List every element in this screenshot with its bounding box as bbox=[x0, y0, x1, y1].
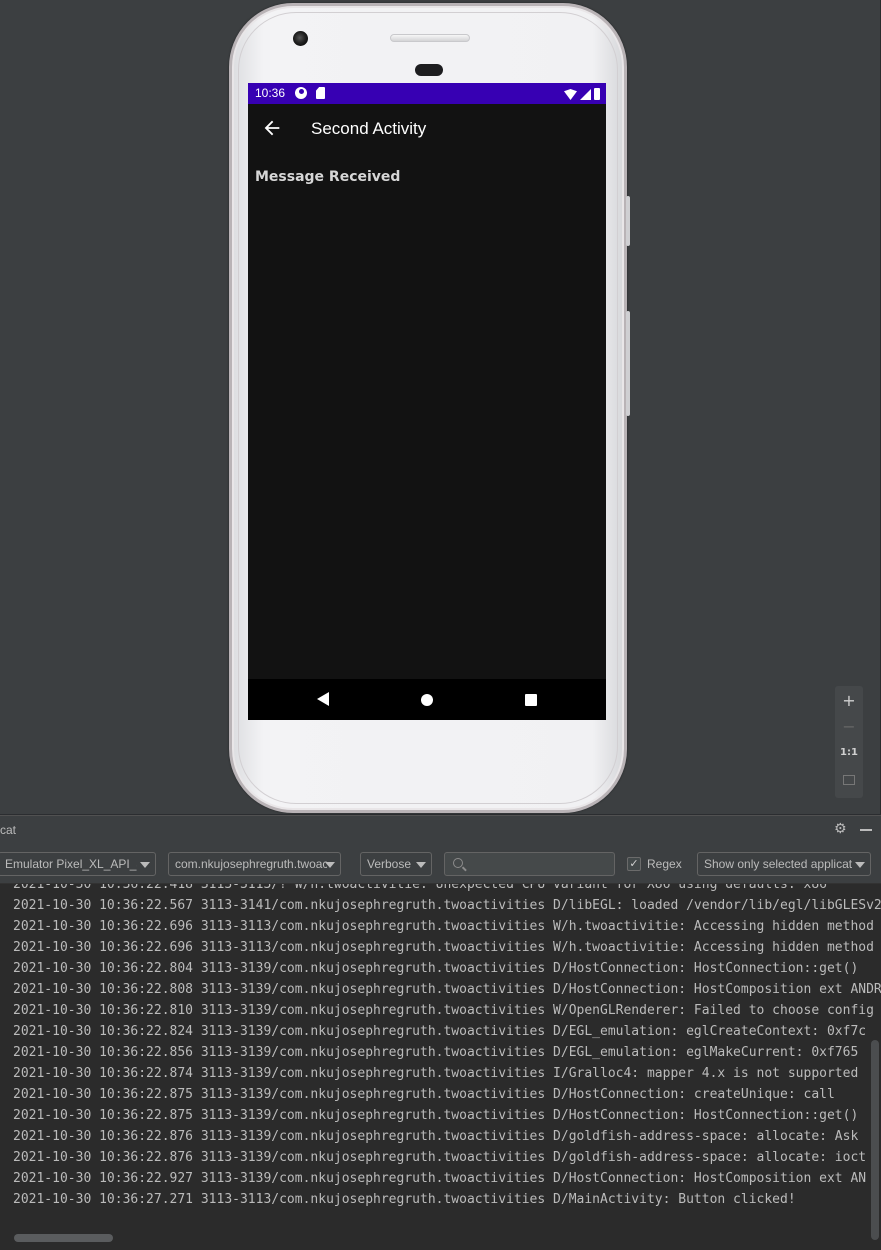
log-line[interactable]: 2021-10-30 10:36:22.696 3113-3113/com.nk… bbox=[13, 937, 881, 958]
nav-recents-icon[interactable] bbox=[525, 694, 537, 706]
logcat-toolbar: Emulator Pixel_XL_API_3 com.nkujosephreg… bbox=[0, 844, 881, 884]
log-line[interactable]: 2021-10-30 10:36:22.808 3113-3139/com.nk… bbox=[13, 979, 881, 1000]
filter-selector-label: Show only selected application bbox=[704, 857, 852, 871]
status-time: 10:36 bbox=[255, 86, 286, 100]
navigation-bar bbox=[248, 679, 606, 720]
nav-back-icon[interactable] bbox=[317, 692, 329, 706]
log-line[interactable]: 2021-10-30 10:36:22.418 3113-3113/? W/h.… bbox=[13, 884, 881, 895]
log-line[interactable]: 2021-10-30 10:36:22.856 3113-3139/com.nk… bbox=[13, 1042, 881, 1063]
log-output[interactable]: 2021-10-30 10:36:22.418 3113-3113/? W/h.… bbox=[0, 884, 881, 1250]
log-vertical-scrollbar[interactable] bbox=[871, 1040, 879, 1240]
log-horizontal-scrollbar[interactable] bbox=[14, 1234, 113, 1242]
log-line[interactable]: 2021-10-30 10:36:22.810 3113-3139/com.nk… bbox=[13, 1000, 881, 1021]
logcat-title: cat bbox=[0, 823, 17, 837]
device-screen[interactable]: 10:36 Second Activity Message Received bbox=[248, 83, 606, 720]
zoom-out-button[interactable]: − bbox=[835, 714, 863, 740]
notification-icon bbox=[295, 87, 307, 99]
fit-screen-icon bbox=[843, 775, 855, 785]
gear-icon[interactable]: ⚙ bbox=[834, 822, 848, 836]
earpiece-speaker bbox=[390, 34, 470, 42]
log-line[interactable]: 2021-10-30 10:36:22.875 3113-3139/com.nk… bbox=[13, 1084, 881, 1105]
regex-label: Regex bbox=[647, 857, 682, 871]
log-line[interactable]: 2021-10-30 10:36:22.567 3113-3141/com.nk… bbox=[13, 895, 881, 916]
cell-signal-icon bbox=[580, 89, 591, 100]
device-selector-label: Emulator Pixel_XL_API_3 bbox=[5, 857, 137, 871]
log-line[interactable]: 2021-10-30 10:36:22.876 3113-3139/com.nk… bbox=[13, 1126, 881, 1147]
status-bar: 10:36 bbox=[248, 83, 606, 104]
log-lines: 2021-10-30 10:36:22.418 3113-3113/? W/h.… bbox=[13, 884, 881, 1210]
zoom-fit-button[interactable] bbox=[835, 766, 863, 792]
power-button[interactable] bbox=[626, 311, 630, 416]
wifi-icon bbox=[564, 89, 577, 100]
emulator-panel: 10:36 Second Activity Message Received +… bbox=[0, 0, 881, 814]
volume-button[interactable] bbox=[626, 196, 630, 246]
proximity-sensor bbox=[415, 64, 443, 76]
nav-home-icon[interactable] bbox=[421, 694, 433, 706]
chevron-down-icon bbox=[855, 862, 865, 868]
log-level-label: Verbose bbox=[367, 857, 412, 871]
package-selector[interactable]: com.nkujosephregruth.twoactivities bbox=[168, 852, 341, 876]
log-line[interactable]: 2021-10-30 10:36:27.271 3113-3113/com.nk… bbox=[13, 1189, 881, 1210]
log-line[interactable]: 2021-10-30 10:36:22.927 3113-3139/com.nk… bbox=[13, 1168, 881, 1189]
sd-card-icon bbox=[316, 87, 325, 99]
log-line[interactable]: 2021-10-30 10:36:22.824 3113-3139/com.nk… bbox=[13, 1021, 881, 1042]
message-label: Message Received bbox=[255, 169, 401, 185]
back-arrow-icon[interactable] bbox=[261, 117, 283, 139]
battery-icon bbox=[594, 88, 600, 100]
device-selector[interactable]: Emulator Pixel_XL_API_3 bbox=[0, 852, 156, 876]
log-line[interactable]: 2021-10-30 10:36:22.876 3113-3139/com.nk… bbox=[13, 1147, 881, 1168]
regex-checkbox[interactable]: ✓ bbox=[627, 857, 641, 871]
minimize-icon[interactable] bbox=[860, 829, 872, 831]
zoom-toolbar: + − 1:1 bbox=[835, 686, 863, 798]
package-selector-label: com.nkujosephregruth.twoactivities bbox=[175, 857, 327, 871]
front-camera bbox=[293, 31, 308, 46]
log-line[interactable]: 2021-10-30 10:36:22.875 3113-3139/com.nk… bbox=[13, 1105, 881, 1126]
log-line[interactable]: 2021-10-30 10:36:22.696 3113-3113/com.nk… bbox=[13, 916, 881, 937]
chevron-down-icon bbox=[140, 862, 150, 868]
actual-size-button[interactable]: 1:1 bbox=[835, 740, 863, 766]
log-line[interactable]: 2021-10-30 10:36:22.874 3113-3139/com.nk… bbox=[13, 1063, 881, 1084]
app-bar: Second Activity bbox=[248, 104, 606, 154]
logcat-header: cat ⚙ bbox=[0, 815, 881, 844]
zoom-in-button[interactable]: + bbox=[835, 688, 863, 714]
status-icons bbox=[564, 87, 600, 100]
log-level-selector[interactable]: Verbose bbox=[360, 852, 432, 876]
log-search-input[interactable] bbox=[444, 852, 615, 876]
app-title: Second Activity bbox=[311, 119, 427, 138]
search-icon bbox=[453, 858, 463, 868]
chevron-down-icon bbox=[325, 862, 335, 868]
log-line[interactable]: 2021-10-30 10:36:22.804 3113-3139/com.nk… bbox=[13, 958, 881, 979]
chevron-down-icon bbox=[416, 862, 426, 868]
filter-selector[interactable]: Show only selected application bbox=[697, 852, 871, 876]
